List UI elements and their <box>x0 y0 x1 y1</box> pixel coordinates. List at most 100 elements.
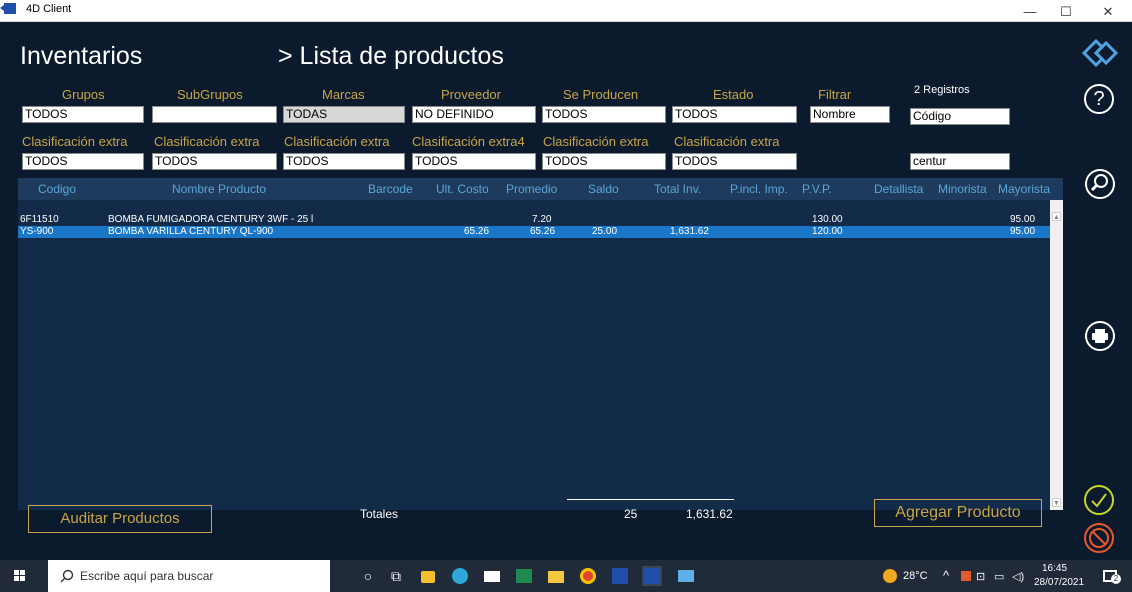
search-icon[interactable] <box>1084 168 1116 200</box>
taskbar-search[interactable]: Escribe aquí para buscar <box>48 560 330 592</box>
clock-time[interactable]: 16:45 <box>1042 563 1067 574</box>
filter-label-subgrupos: SubGrupos <box>177 87 243 102</box>
column-ult-costo[interactable]: Ult. Costo <box>436 182 489 196</box>
filtrar-select[interactable]: Nombre <box>810 106 890 123</box>
notifications-icon[interactable]: 2 <box>1100 566 1121 586</box>
column-p-incl-imp[interactable]: P.incl. Imp. <box>730 182 788 196</box>
tray-app-icon[interactable] <box>956 566 976 586</box>
extra-label-3: Clasificación extra <box>284 134 390 149</box>
extra-label-6: Clasificación extra <box>674 134 780 149</box>
cell-promedio: 7.20 <box>532 214 552 225</box>
cortana-icon[interactable]: ○ <box>358 566 378 586</box>
table-row[interactable]: 6F11510 BOMBA FUMIGADORA CENTURY 3WF - 2… <box>18 214 1050 226</box>
extra-label-5: Clasificación extra <box>543 134 649 149</box>
table-scrollbar[interactable]: ▲ ▼ <box>1050 200 1063 510</box>
column-pvp[interactable]: P.V.P. <box>802 182 832 196</box>
store-icon[interactable] <box>418 566 438 586</box>
tray-chevron-icon[interactable]: ^ <box>943 568 949 583</box>
column-total-inv[interactable]: Total Inv. <box>654 182 701 196</box>
marcas-select[interactable]: TODAS <box>283 106 405 123</box>
clock-date[interactable]: 28/07/2021 <box>1034 577 1084 588</box>
column-promedio[interactable]: Promedio <box>506 182 557 196</box>
4d-app-icon[interactable] <box>610 566 630 586</box>
extra-select-2[interactable]: TODOS <box>152 153 277 170</box>
filter-label-estado: Estado <box>713 87 754 102</box>
extra-select-3[interactable]: TODOS <box>283 153 405 170</box>
search-input[interactable]: centur <box>910 153 1010 170</box>
extra-label-4: Clasificación extra4 <box>412 134 525 149</box>
column-barcode[interactable]: Barcode <box>368 182 413 196</box>
windows-start-icon[interactable] <box>14 570 26 582</box>
se-producen-select[interactable]: TODOS <box>542 106 666 123</box>
extra-label-1: Clasificación extra <box>22 134 128 149</box>
page-subtitle: > Lista de productos <box>278 42 504 70</box>
help-icon[interactable]: ? <box>1084 84 1114 114</box>
estado-select[interactable]: TODOS <box>672 106 797 123</box>
page-title: Inventarios <box>20 42 143 70</box>
audit-products-button[interactable]: Auditar Productos <box>28 505 212 533</box>
filter-label-filtrar: Filtrar <box>818 87 852 102</box>
4d-client-icon[interactable] <box>642 566 662 586</box>
extra-select-1[interactable]: TODOS <box>22 153 144 170</box>
cell-mayorista: 95.00 <box>1010 214 1036 225</box>
network-icon[interactable]: ⊡ <box>976 570 985 583</box>
cell-saldo: 25.00 <box>592 226 618 237</box>
column-minorista[interactable]: Minorista <box>938 182 987 196</box>
totals-label: Totales <box>360 507 399 521</box>
filter-label-grupos: Grupos <box>62 87 105 102</box>
filter-label-marcas: Marcas <box>322 87 365 102</box>
total-saldo: 25 <box>624 507 638 521</box>
cell-nombre: BOMBA FUMIGADORA CENTURY 3WF - 25 l <box>108 214 314 225</box>
chrome-icon[interactable] <box>578 566 598 586</box>
scroll-down-icon[interactable]: ▼ <box>1052 498 1061 507</box>
window-titlebar: 4D Client — ☐ ✕ <box>0 0 1132 22</box>
weather-temperature: 28°C <box>903 570 928 582</box>
contacts-icon[interactable] <box>676 566 696 586</box>
codigo-select[interactable]: Código <box>910 108 1010 125</box>
column-detallista[interactable]: Detallista <box>874 182 923 196</box>
extra-select-6[interactable]: TODOS <box>672 153 797 170</box>
taskbar-search-placeholder: Escribe aquí para buscar <box>80 569 214 583</box>
extra-select-4[interactable]: TODOS <box>412 153 536 170</box>
add-product-button[interactable]: Agregar Producto <box>874 499 1042 527</box>
grupos-select[interactable]: TODOS <box>22 106 144 123</box>
notification-count: 2 <box>1111 574 1121 584</box>
edge-icon[interactable] <box>450 566 470 586</box>
scroll-up-icon[interactable]: ▲ <box>1052 212 1061 221</box>
cancel-icon[interactable] <box>1083 522 1115 554</box>
logo-icon <box>1082 38 1119 68</box>
column-nombre[interactable]: Nombre Producto <box>172 182 266 196</box>
search-icon <box>60 569 74 583</box>
minimize-button[interactable]: — <box>1012 0 1048 22</box>
column-mayorista[interactable]: Mayorista <box>998 182 1050 196</box>
cell-pvp: 120.00 <box>812 226 843 237</box>
file-explorer-icon[interactable] <box>546 566 566 586</box>
close-button[interactable]: ✕ <box>1090 0 1126 22</box>
column-saldo[interactable]: Saldo <box>588 182 619 196</box>
filter-label-proveedor: Proveedor <box>441 87 501 102</box>
display-icon[interactable]: ▭ <box>994 570 1004 583</box>
table-row-selected[interactable]: YS-900 BOMBA VARILLA CENTURY QL-900 65.2… <box>18 226 1050 238</box>
task-view-icon[interactable]: ⧉ <box>386 566 406 586</box>
volume-icon[interactable]: ◁) <box>1012 570 1024 583</box>
cell-promedio: 65.26 <box>530 226 556 237</box>
column-codigo[interactable]: Codigo <box>38 182 76 196</box>
app-icon <box>0 3 16 14</box>
mail-icon[interactable] <box>482 566 502 586</box>
cell-pvp: 130.00 <box>812 214 843 225</box>
extra-label-2: Clasificación extra <box>154 134 260 149</box>
totals-divider <box>567 499 734 500</box>
grid-header: Codigo Nombre Producto Barcode Ult. Cost… <box>18 178 1063 200</box>
subgrupos-select[interactable] <box>152 106 277 123</box>
excel-icon[interactable] <box>514 566 534 586</box>
main-panel: Inventarios > Lista de productos Grupos … <box>0 22 1132 560</box>
proveedor-select[interactable]: NO DEFINIDO <box>412 106 536 123</box>
records-count: 2 Registros <box>914 84 970 96</box>
check-icon[interactable] <box>1083 484 1115 516</box>
extra-select-5[interactable]: TODOS <box>542 153 666 170</box>
weather-icon[interactable] <box>880 566 900 586</box>
window-title: 4D Client <box>26 3 72 15</box>
maximize-button[interactable]: ☐ <box>1048 0 1084 22</box>
print-icon[interactable] <box>1084 320 1116 352</box>
cell-codigo: 6F11510 <box>20 214 59 225</box>
